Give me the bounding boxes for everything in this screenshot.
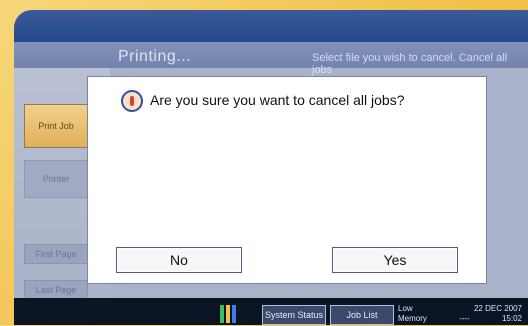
confirm-dialog: Are you sure you want to cancel all jobs… — [87, 76, 487, 284]
yes-button[interactable]: Yes — [332, 247, 458, 273]
status-line2-mid: ---- — [459, 314, 470, 323]
status-icon — [220, 305, 238, 323]
app-screen: Printing... Select file you wish to canc… — [14, 10, 528, 325]
status-line2-left: Memory — [398, 314, 427, 323]
left-button-print-job[interactable]: Print Job — [24, 104, 88, 148]
title-right-hint: Select file you wish to cancel. Cancel a… — [312, 52, 508, 76]
left-button-last-page[interactable]: Last Page — [24, 280, 88, 300]
left-button-printer[interactable]: Printer — [24, 160, 88, 198]
dialog-message: Are you sure you want to cancel all jobs… — [150, 92, 405, 108]
page-title: Printing... — [118, 48, 192, 65]
top-bar — [14, 10, 528, 42]
system-status-button[interactable]: System Status — [262, 305, 326, 325]
job-list-button[interactable]: Job List — [330, 305, 394, 325]
left-button-first-page[interactable]: First Page — [24, 244, 88, 264]
status-line1-left: Low — [398, 304, 413, 313]
status-readout: Low 22 DEC 2007 Memory ---- 15:02 — [398, 304, 522, 326]
status-line2-right: 15:02 — [501, 314, 522, 323]
status-line1-right: 22 DEC 2007 — [473, 304, 522, 313]
warning-icon — [121, 90, 143, 112]
exclamation-icon — [130, 96, 134, 106]
no-button[interactable]: No — [116, 247, 242, 273]
